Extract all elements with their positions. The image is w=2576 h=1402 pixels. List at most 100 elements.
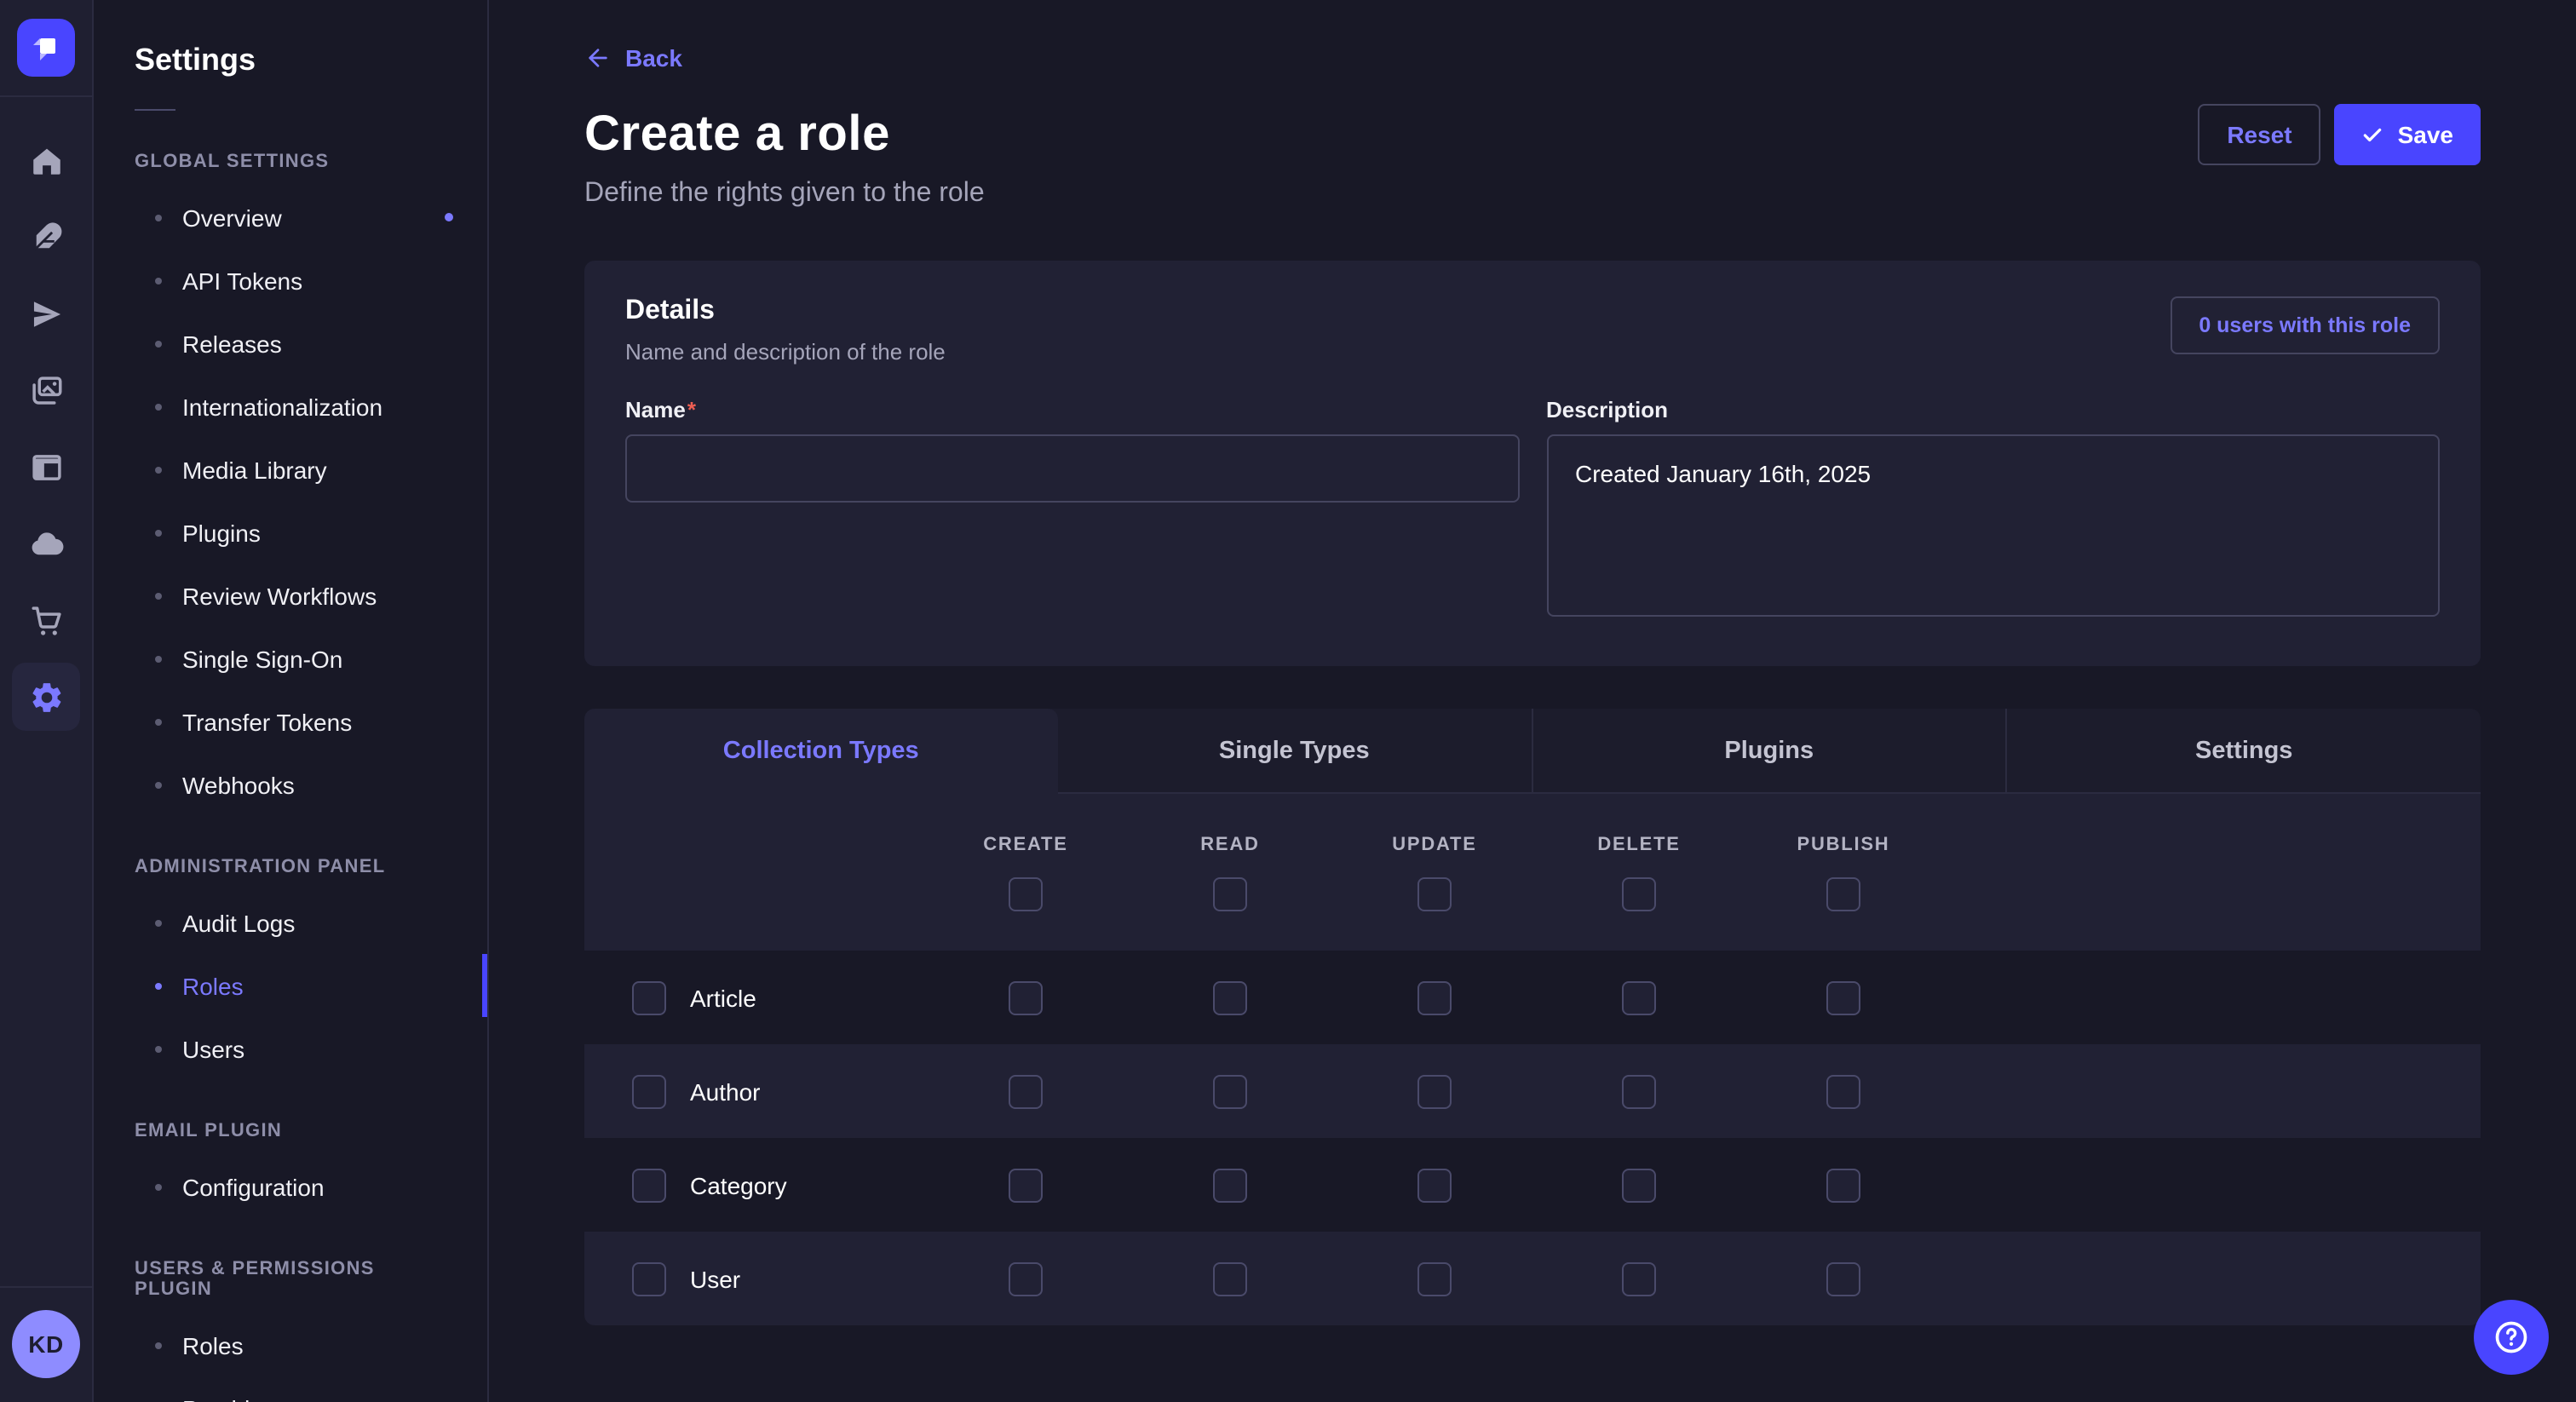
description-label: Description xyxy=(1546,397,2440,422)
cell-user-read xyxy=(1128,1261,1332,1296)
tab-settings[interactable]: Settings xyxy=(2006,709,2481,794)
select-article-row-checkbox[interactable] xyxy=(632,980,666,1014)
sidebar-title: Settings xyxy=(135,43,446,78)
permissions-table: CREATEREADUPDATEDELETEPUBLISH ArticleAut… xyxy=(584,794,2481,1325)
user-read-checkbox[interactable] xyxy=(1213,1261,1247,1296)
sidebar-item-review-workflows[interactable]: Review Workflows xyxy=(94,564,487,627)
select-user-row-checkbox[interactable] xyxy=(632,1261,666,1296)
author-delete-checkbox[interactable] xyxy=(1622,1074,1656,1108)
user-publish-checkbox[interactable] xyxy=(1826,1261,1860,1296)
description-field: Description Created January 16th, 2025 xyxy=(1546,397,2440,625)
sidebar-item-roles[interactable]: Roles xyxy=(94,1313,487,1376)
sidebar-item-users[interactable]: Users xyxy=(94,1017,487,1080)
select-all-create-checkbox[interactable] xyxy=(1009,877,1043,911)
question-mark-icon xyxy=(2493,1319,2530,1356)
rail-layout-button[interactable] xyxy=(12,433,80,501)
sidebar-item-label: Transfer Tokens xyxy=(182,708,460,735)
sidebar-item-overview[interactable]: Overview xyxy=(94,186,487,249)
permission-column-publish: PUBLISH xyxy=(1741,794,1946,951)
bullet-icon xyxy=(155,340,162,347)
sidebar-item-label: API Tokens xyxy=(182,267,460,294)
rail-cloud-button[interactable] xyxy=(12,509,80,577)
sidebar-item-webhooks[interactable]: Webhooks xyxy=(94,753,487,816)
reset-button[interactable]: Reset xyxy=(2198,104,2320,165)
bullet-icon xyxy=(155,1342,162,1348)
sidebar-item-roles[interactable]: Roles xyxy=(94,954,487,1017)
rail-gear-button[interactable] xyxy=(12,663,80,731)
sidebar-item-audit-logs[interactable]: Audit Logs xyxy=(94,891,487,954)
users-with-role-button[interactable]: 0 users with this role xyxy=(2170,296,2440,354)
select-category-row-checkbox[interactable] xyxy=(632,1168,666,1202)
tab-plugins[interactable]: Plugins xyxy=(1531,709,2006,794)
avatar[interactable]: KD xyxy=(12,1310,80,1378)
sidebar-item-label: Plugins xyxy=(182,519,460,546)
help-button[interactable] xyxy=(2474,1300,2549,1375)
sidebar-item-internationalization[interactable]: Internationalization xyxy=(94,375,487,438)
select-all-update-checkbox[interactable] xyxy=(1417,877,1452,911)
category-create-checkbox[interactable] xyxy=(1009,1168,1043,1202)
author-publish-checkbox[interactable] xyxy=(1826,1074,1860,1108)
article-update-checkbox[interactable] xyxy=(1417,980,1452,1014)
tab-collection-types[interactable]: Collection Types xyxy=(584,709,1058,794)
sidebar-item-label: Audit Logs xyxy=(182,909,460,936)
author-create-checkbox[interactable] xyxy=(1009,1074,1043,1108)
cell-category-publish xyxy=(1741,1168,1946,1202)
rail-home-button[interactable] xyxy=(12,126,80,194)
sidebar-header: Settings xyxy=(94,0,487,111)
cell-category-read xyxy=(1128,1168,1332,1202)
sidebar-item-providers[interactable]: Providers xyxy=(94,1376,487,1402)
select-all-read-checkbox[interactable] xyxy=(1213,877,1247,911)
sidebar-item-transfer-tokens[interactable]: Transfer Tokens xyxy=(94,690,487,753)
cell-article-update xyxy=(1332,980,1537,1014)
row-label: User xyxy=(690,1265,740,1292)
sidebar-item-api-tokens[interactable]: API Tokens xyxy=(94,249,487,312)
category-update-checkbox[interactable] xyxy=(1417,1168,1452,1202)
article-delete-checkbox[interactable] xyxy=(1622,980,1656,1014)
role-name-input[interactable] xyxy=(625,434,1519,503)
sidebar-item-releases[interactable]: Releases xyxy=(94,312,487,375)
header-actions: Reset Save xyxy=(2198,104,2481,165)
select-author-row-checkbox[interactable] xyxy=(632,1074,666,1108)
sidebar-item-plugins[interactable]: Plugins xyxy=(94,501,487,564)
user-create-checkbox[interactable] xyxy=(1009,1261,1043,1296)
sidebar-item-configuration[interactable]: Configuration xyxy=(94,1155,487,1218)
sidebar-item-label: Roles xyxy=(182,972,460,999)
sidebar-item-label: Webhooks xyxy=(182,771,460,798)
rail-media-library-button[interactable] xyxy=(12,356,80,424)
rail-feather-button[interactable] xyxy=(12,203,80,271)
sidebar-item-single-sign-on[interactable]: Single Sign-On xyxy=(94,627,487,690)
article-create-checkbox[interactable] xyxy=(1009,980,1043,1014)
category-publish-checkbox[interactable] xyxy=(1826,1168,1860,1202)
sidebar-item-label: Review Workflows xyxy=(182,582,460,609)
row-name-cell: User xyxy=(584,1261,923,1296)
active-indicator xyxy=(482,954,487,1017)
rail-paper-plane-button[interactable] xyxy=(12,279,80,348)
author-read-checkbox[interactable] xyxy=(1213,1074,1247,1108)
author-update-checkbox[interactable] xyxy=(1417,1074,1452,1108)
user-update-checkbox[interactable] xyxy=(1417,1261,1452,1296)
save-button[interactable]: Save xyxy=(2335,104,2481,165)
select-all-delete-checkbox[interactable] xyxy=(1622,877,1656,911)
rail-cart-button[interactable] xyxy=(12,586,80,654)
article-read-checkbox[interactable] xyxy=(1213,980,1247,1014)
select-all-publish-checkbox[interactable] xyxy=(1826,877,1860,911)
name-label: Name* xyxy=(625,397,1519,422)
gear-icon xyxy=(28,679,64,715)
row-label: Author xyxy=(690,1077,761,1105)
sidebar-item-media-library[interactable]: Media Library xyxy=(94,438,487,501)
main-nav-rail: KD xyxy=(0,0,94,1402)
sidebar-item-label: Media Library xyxy=(182,456,460,483)
cell-article-create xyxy=(923,980,1128,1014)
cell-article-delete xyxy=(1537,980,1741,1014)
strapi-logo[interactable] xyxy=(17,19,75,77)
settings-sidebar: Settings GLOBAL SETTINGSOverviewAPI Toke… xyxy=(94,0,489,1402)
layout-icon xyxy=(28,449,64,485)
back-link[interactable]: Back xyxy=(584,44,682,72)
tab-single-types[interactable]: Single Types xyxy=(1058,709,1532,794)
details-card: Details Name and description of the role… xyxy=(584,261,2481,666)
article-publish-checkbox[interactable] xyxy=(1826,980,1860,1014)
category-read-checkbox[interactable] xyxy=(1213,1168,1247,1202)
role-description-textarea[interactable]: Created January 16th, 2025 xyxy=(1546,434,2440,617)
user-delete-checkbox[interactable] xyxy=(1622,1261,1656,1296)
category-delete-checkbox[interactable] xyxy=(1622,1168,1656,1202)
